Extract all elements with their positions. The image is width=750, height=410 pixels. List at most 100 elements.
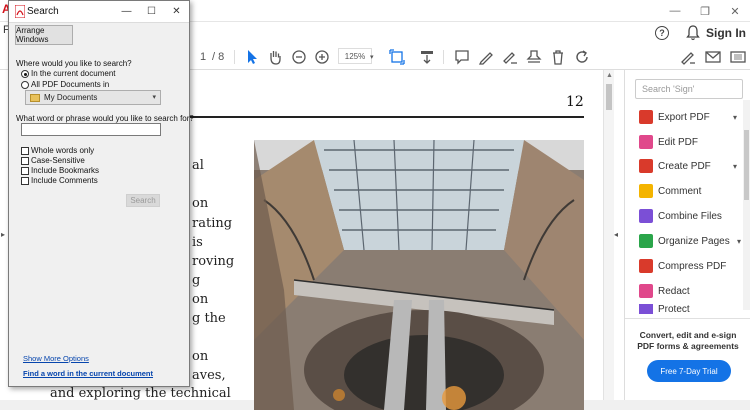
chevron-down-icon[interactable]: ▾	[370, 48, 374, 66]
checkbox-case-sensitive[interactable]	[21, 157, 29, 165]
location-value: My Documents	[44, 93, 98, 102]
checkbox-whole-words[interactable]	[21, 147, 29, 155]
zoom-level-select[interactable]: 125%	[338, 48, 372, 64]
tool-label: Comment	[658, 185, 702, 197]
text-line: al	[192, 158, 204, 173]
tool-organize-pages[interactable]: Organize Pages ▾	[639, 232, 749, 250]
where-label: Where would you like to search?	[16, 59, 132, 68]
toolbar-divider	[234, 50, 235, 64]
tool-combine-files[interactable]: Combine Files	[639, 207, 749, 225]
text-line: g	[192, 273, 201, 288]
architecture-photo	[254, 140, 584, 410]
page-number-label: 12	[566, 94, 584, 110]
scrollbar-thumb[interactable]	[744, 130, 749, 200]
tool-comment[interactable]: Comment	[639, 182, 749, 200]
stamp-icon[interactable]	[525, 48, 543, 66]
more-tools-icon[interactable]	[729, 48, 747, 66]
include-comments-label: Include Comments	[31, 176, 98, 185]
pane-divider	[625, 318, 750, 319]
tool-export-pdf[interactable]: Export PDF ▾	[639, 108, 749, 126]
tool-label: Create PDF	[658, 160, 711, 172]
arrange-windows-button[interactable]: Arrange Windows	[15, 25, 73, 45]
minimize-icon[interactable]: —	[660, 0, 690, 22]
scrollbar-thumb[interactable]	[606, 84, 612, 110]
redact-icon	[639, 284, 653, 298]
tool-create-pdf[interactable]: Create PDF ▾	[639, 157, 749, 175]
radio-all-pdfs[interactable]	[21, 81, 29, 89]
bell-icon[interactable]	[686, 25, 700, 41]
minimize-icon[interactable]: —	[114, 1, 139, 22]
collapse-pane-icon[interactable]: ◂	[614, 230, 618, 239]
tool-protect[interactable]: Protect	[639, 304, 749, 314]
tool-edit-pdf[interactable]: Edit PDF	[639, 133, 749, 151]
rotate-icon[interactable]	[573, 48, 591, 66]
help-icon[interactable]: ?	[655, 26, 669, 40]
toolbar-divider	[443, 50, 444, 64]
chevron-down-icon: ▾	[152, 94, 156, 101]
chevron-down-icon[interactable]: ▾	[737, 237, 741, 246]
find-word-link[interactable]: Find a word in the current document	[23, 369, 153, 378]
search-phrase-input[interactable]	[21, 123, 161, 136]
tool-label: Export PDF	[658, 111, 710, 123]
organize-pages-icon	[639, 234, 653, 248]
document-scrollbar[interactable]: ▲	[603, 70, 614, 400]
tools-search-input[interactable]: Search 'Sign'	[635, 79, 743, 99]
free-trial-button[interactable]: Free 7-Day Trial	[647, 360, 731, 382]
search-dialog: Search — ☐ ✕ Arrange Windows Where would…	[8, 0, 194, 387]
text-line: g the	[192, 311, 226, 326]
close-icon[interactable]: ✕	[164, 1, 189, 22]
sign-in-button[interactable]: Sign In	[706, 26, 746, 40]
tool-label: Redact	[658, 285, 690, 297]
export-pdf-icon	[639, 110, 653, 124]
highlight-pen-icon[interactable]	[477, 48, 495, 66]
page-number-input[interactable]: 1	[200, 48, 206, 66]
maximize-icon[interactable]: ☐	[139, 1, 164, 22]
acrobat-icon	[15, 5, 25, 18]
left-pane-toggle-icon[interactable]: ▸	[1, 230, 5, 239]
maximize-icon[interactable]: ❐	[690, 0, 720, 22]
scroll-mode-icon[interactable]	[418, 48, 436, 66]
search-button[interactable]: Search	[126, 194, 160, 207]
text-line: rating	[192, 216, 233, 231]
tools-pane: Search 'Sign' Export PDF ▾ Edit PDF Crea…	[624, 70, 750, 400]
dialog-window-controls: — ☐ ✕	[114, 1, 189, 22]
tool-label: Compress PDF	[658, 260, 727, 272]
show-more-options-link[interactable]: Show More Options	[23, 354, 89, 363]
fit-page-icon[interactable]	[388, 48, 406, 66]
delete-icon[interactable]	[549, 48, 567, 66]
option-current-label: In the current document	[31, 69, 116, 78]
edit-pdf-icon	[639, 135, 653, 149]
include-bookmarks-label: Include Bookmarks	[31, 166, 100, 175]
text-line: on	[192, 196, 209, 211]
checkbox-include-bookmarks[interactable]	[21, 167, 29, 175]
location-select[interactable]: My Documents ▾	[25, 90, 161, 105]
protect-icon	[639, 304, 653, 314]
sign-tool-icon[interactable]	[679, 48, 697, 66]
select-cursor-icon[interactable]	[243, 48, 261, 66]
zoom-out-icon[interactable]	[290, 48, 308, 66]
folder-icon	[30, 93, 40, 102]
fill-sign-icon[interactable]	[501, 48, 519, 66]
tool-compress-pdf[interactable]: Compress PDF	[639, 257, 749, 275]
what-label: What word or phrase would you like to se…	[16, 114, 194, 123]
create-pdf-icon	[639, 159, 653, 173]
zoom-in-icon[interactable]	[313, 48, 331, 66]
text-line: on	[192, 349, 209, 364]
tool-label: Combine Files	[658, 210, 722, 222]
tool-label: Protect	[658, 304, 690, 314]
email-icon[interactable]	[704, 48, 722, 66]
chevron-down-icon[interactable]: ▾	[733, 162, 737, 171]
comment-icon[interactable]	[453, 48, 471, 66]
scroll-up-icon[interactable]: ▲	[606, 72, 613, 79]
tool-redact[interactable]: Redact	[639, 282, 749, 300]
close-icon[interactable]: ✕	[720, 0, 750, 22]
combine-files-icon	[639, 209, 653, 223]
radio-current-document[interactable]	[21, 70, 29, 78]
hand-tool-icon[interactable]	[266, 48, 284, 66]
chevron-down-icon[interactable]: ▾	[733, 113, 737, 122]
text-line: is	[192, 235, 203, 250]
checkbox-include-comments[interactable]	[21, 177, 29, 185]
comment-tool-icon	[639, 184, 653, 198]
tools-pane-scrollbar[interactable]	[743, 100, 750, 310]
text-line: aves,	[192, 368, 226, 383]
